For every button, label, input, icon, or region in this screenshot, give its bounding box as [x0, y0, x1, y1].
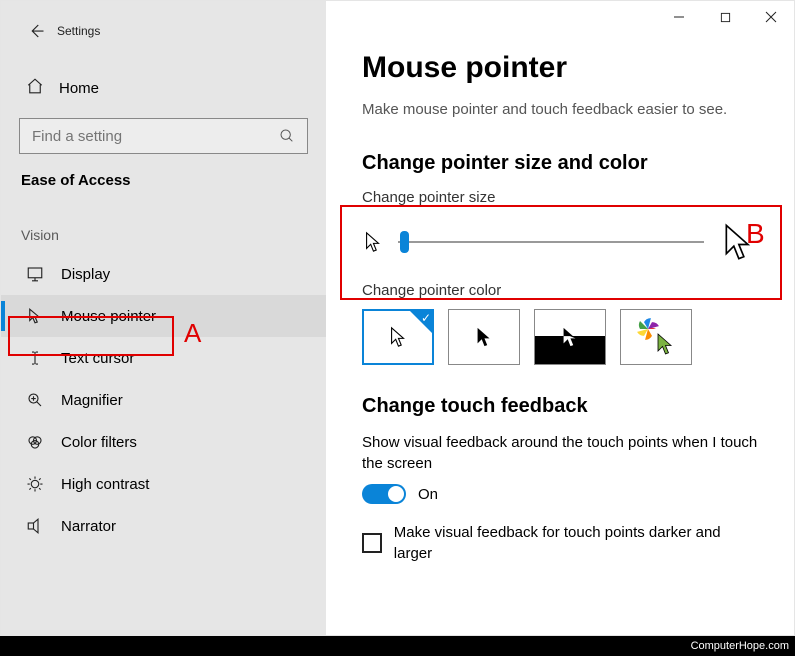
nav-label: Color filters [61, 434, 137, 451]
nav-item-high-contrast[interactable]: High contrast [1, 463, 326, 505]
mouse-pointer-icon [23, 307, 47, 325]
section-header-touch: Change touch feedback [362, 395, 758, 418]
cursor-black-icon [473, 326, 495, 348]
color-option-white[interactable]: ✓ [362, 309, 434, 365]
color-filters-icon [23, 433, 47, 451]
nav-item-text-cursor[interactable]: Text cursor [1, 337, 326, 379]
home-icon [23, 77, 47, 100]
color-option-custom[interactable] [620, 309, 692, 365]
color-option-inverted[interactable] [534, 309, 606, 365]
nav-label: Narrator [61, 518, 116, 535]
close-icon [765, 11, 777, 23]
nav-label: Mouse pointer [61, 308, 156, 325]
slider-thumb[interactable] [400, 231, 409, 253]
category-header: Ease of Access [1, 160, 326, 201]
app-title: Settings [57, 24, 100, 38]
nav-item-magnifier[interactable]: Magnifier [1, 379, 326, 421]
content-pane: Mouse pointer Make mouse pointer and tou… [326, 1, 794, 635]
nav-home[interactable]: Home [1, 69, 326, 108]
nav-home-label: Home [59, 80, 99, 97]
nav-item-mouse-pointer[interactable]: Mouse pointer [1, 295, 326, 337]
pointer-color-label: Change pointer color [362, 282, 758, 299]
search-input[interactable] [30, 127, 277, 146]
cursor-small-icon [362, 231, 384, 253]
darker-larger-checkbox[interactable] [362, 533, 382, 553]
window-close[interactable] [748, 1, 794, 33]
search-icon [277, 126, 297, 146]
high-contrast-icon [23, 475, 47, 493]
touch-feedback-toggle[interactable] [362, 484, 406, 504]
pointer-size-label: Change pointer size [362, 189, 758, 206]
window-minimize[interactable] [656, 1, 702, 33]
cursor-custom-icon [636, 317, 676, 357]
cursor-large-icon [718, 222, 758, 262]
toggle-state-label: On [418, 486, 438, 503]
magnifier-icon [23, 391, 47, 409]
nav-label: High contrast [61, 476, 149, 493]
nav-item-narrator[interactable]: Narrator [1, 505, 326, 547]
nav-label: Text cursor [61, 350, 134, 367]
page-subtitle: Make mouse pointer and touch feedback ea… [362, 101, 758, 118]
group-header: Vision [1, 201, 326, 253]
nav-item-color-filters[interactable]: Color filters [1, 421, 326, 463]
narrator-icon [23, 517, 47, 535]
page-title: Mouse pointer [362, 51, 758, 85]
pointer-size-block: Change pointer size [362, 189, 758, 272]
sidebar: Settings Home Ease of Access Vision Disp… [1, 1, 326, 635]
touch-feedback-desc: Show visual feedback around the touch po… [362, 432, 758, 474]
cursor-white-icon [387, 326, 409, 348]
nav-item-display[interactable]: Display [1, 253, 326, 295]
footer-credit: ComputerHope.com [0, 636, 795, 656]
back-button[interactable] [21, 16, 51, 46]
window-maximize[interactable] [702, 1, 748, 33]
color-option-black[interactable] [448, 309, 520, 365]
back-arrow-icon [27, 22, 45, 40]
cursor-inverted-icon [559, 326, 581, 348]
nav-label: Display [61, 266, 110, 283]
nav-label: Magnifier [61, 392, 123, 409]
darker-larger-label: Make visual feedback for touch points da… [394, 522, 758, 564]
maximize-icon [720, 12, 731, 23]
section-header-size-color: Change pointer size and color [362, 152, 758, 175]
text-cursor-icon [23, 349, 47, 367]
display-icon [23, 265, 47, 283]
pointer-size-slider[interactable] [398, 241, 704, 243]
pointer-color-options: ✓ [362, 309, 758, 365]
minimize-icon [673, 11, 685, 23]
search-box[interactable] [19, 118, 308, 154]
